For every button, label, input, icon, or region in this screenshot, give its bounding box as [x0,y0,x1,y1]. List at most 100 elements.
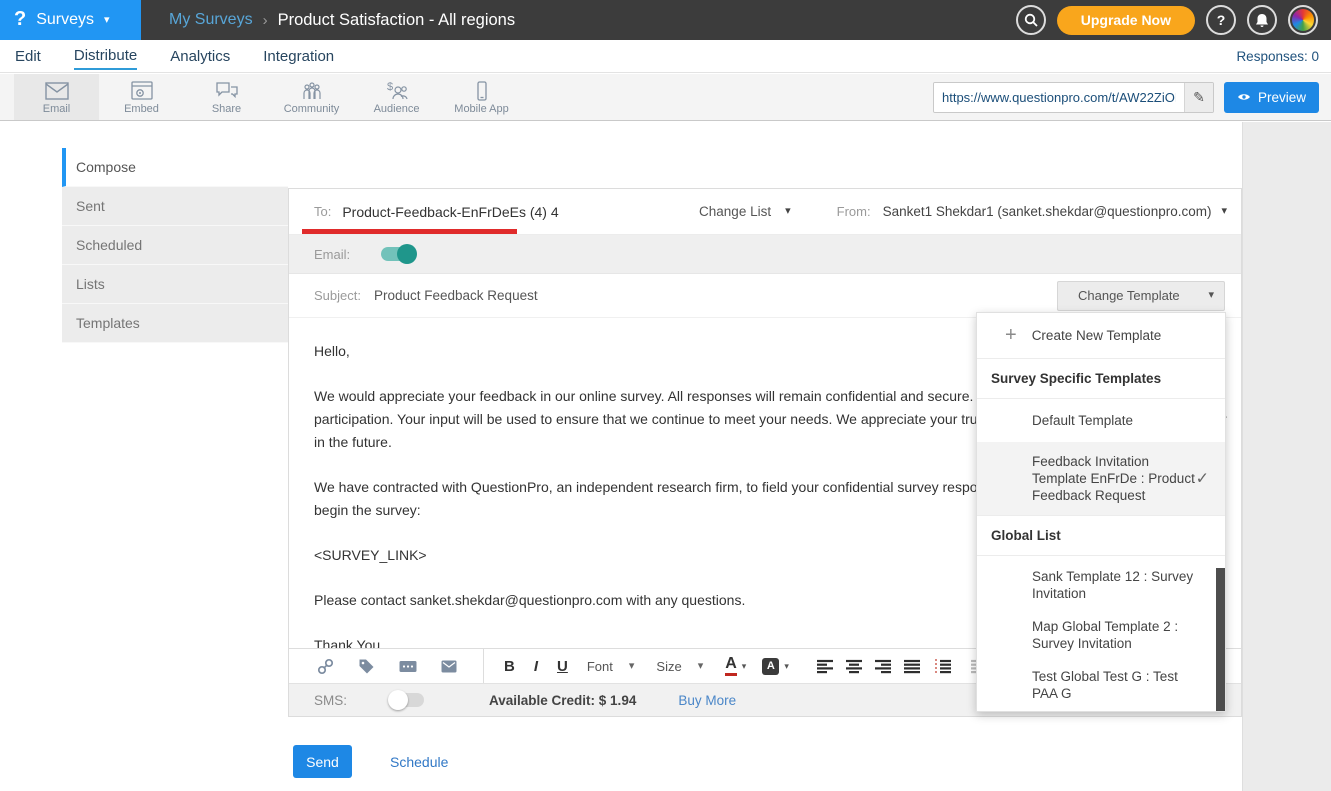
pencil-icon: ✎ [1193,89,1205,106]
edit-url-button[interactable]: ✎ [1184,83,1213,112]
chevron-down-icon: ▾ [698,661,704,672]
global-list-heading: Global List [977,516,1225,556]
breadcrumb-survey-title: Product Satisfaction - All regions [278,11,516,30]
questionpro-logo-icon: ? [14,8,26,31]
change-list-button[interactable]: Change List ▾ [699,204,791,219]
channel-tab-mobile-app[interactable]: Mobile App [439,74,524,120]
chevron-down-icon: ▾ [784,662,789,671]
channel-tab-email[interactable]: Email [14,74,99,120]
svg-text:$: $ [387,81,393,93]
eye-icon [1237,91,1251,103]
change-template-dropdown: + Create New Template Survey Specific Te… [976,312,1226,712]
font-family-select[interactable]: Font ▾ [587,659,635,674]
align-left-icon[interactable] [817,659,833,674]
align-right-icon[interactable] [875,659,891,674]
underline-button[interactable]: U [557,658,568,675]
chevron-down-icon: ▾ [1208,290,1214,301]
alignment-group [817,659,982,674]
align-justify-icon[interactable] [904,659,920,674]
send-button[interactable]: Send [293,745,352,778]
email-sidebar: Compose Sent Scheduled Lists Templates [62,148,288,343]
text-color-button[interactable]: A ▾ [725,656,746,676]
align-center-icon[interactable] [846,659,862,674]
avatar [1292,9,1314,31]
tag-icon[interactable] [358,658,375,675]
breadcrumb-separator-icon: › [263,12,268,29]
email-toggle-row: Email: [289,235,1241,274]
tab-distribute[interactable]: Distribute [74,42,137,70]
channel-tab-community[interactable]: Community [269,74,354,120]
email-icon [44,81,70,101]
indent-icon[interactable] [933,659,951,674]
chevron-down-icon: ▾ [104,15,110,26]
tab-integration[interactable]: Integration [263,43,334,69]
change-template-button[interactable]: Change Template ▾ [1057,281,1225,311]
sidebar-item-sent[interactable]: Sent [62,187,288,226]
buy-more-link[interactable]: Buy More [678,693,736,708]
template-item-test-global-g[interactable]: Test Global Test G : Test PAA G [977,668,1225,702]
help-button[interactable]: ? [1206,5,1236,35]
recipient-underline [302,229,517,234]
chevron-down-icon: ▾ [785,206,791,217]
sidebar-item-scheduled[interactable]: Scheduled [62,226,288,265]
chevron-down-icon: ▾ [1221,206,1227,217]
channel-tabs: Email Embed Share Community [14,74,524,120]
search-button[interactable] [1016,5,1046,35]
sms-toggle[interactable] [390,693,424,707]
tab-edit[interactable]: Edit [15,43,41,69]
breadcrumb-my-surveys[interactable]: My Surveys [169,11,253,29]
survey-nav: Edit Distribute Analytics Integration Re… [0,40,1331,73]
audience-icon: $ [384,81,410,101]
subject-label: Subject: [314,288,361,303]
top-bar-actions: Upgrade Now ? [1016,5,1331,35]
help-icon: ? [1217,12,1226,28]
checkmark-icon: ✓ [1196,470,1209,487]
highlight-color-icon: A [762,658,779,675]
channel-tab-share[interactable]: Share [184,74,269,120]
email-toggle[interactable] [381,247,415,261]
global-templates-list: Sank Template 12 : Survey Invitation Map… [977,568,1225,702]
embed-icon [130,81,154,101]
template-item-map-global-2[interactable]: Map Global Template 2 : Survey Invitatio… [977,618,1225,652]
keyboard-icon[interactable] [399,660,417,673]
font-size-select[interactable]: Size ▾ [656,659,703,674]
create-new-template-item[interactable]: + Create New Template [977,313,1225,359]
bell-icon [1255,13,1269,28]
recipient-list-link[interactable]: Product-Feedback-EnFrDeEs (4) 4 [342,204,558,220]
upgrade-now-button[interactable]: Upgrade Now [1057,6,1195,35]
template-item-feedback-invitation[interactable]: Feedback Invitation Template EnFrDe : Pr… [977,442,1225,516]
tab-analytics[interactable]: Analytics [170,43,230,69]
notifications-button[interactable] [1247,5,1277,35]
template-item-default[interactable]: Default Template [977,399,1225,442]
survey-link-controls: ✎ Preview [933,74,1331,120]
survey-url-input[interactable] [934,83,1184,112]
bold-button[interactable]: B [504,658,515,675]
distribute-channel-bar: Email Embed Share Community [0,74,1331,121]
sidebar-item-compose[interactable]: Compose [62,148,288,187]
from-selector[interactable]: Sanket1 Shekdar1 (sanket.shekdar@questio… [883,204,1227,219]
preview-button[interactable]: Preview [1224,82,1319,113]
survey-specific-templates-heading: Survey Specific Templates [977,359,1225,399]
template-item-sank-12[interactable]: Sank Template 12 : Survey Invitation [977,568,1225,602]
subject-input[interactable]: Product Feedback Request [374,288,538,303]
italic-button[interactable]: I [534,658,538,675]
chevron-down-icon: ▾ [629,661,635,672]
recipient-row: To: Product-Feedback-EnFrDeEs (4) 4 Chan… [289,189,1241,235]
schedule-link[interactable]: Schedule [390,754,448,770]
channel-tab-audience[interactable]: $ Audience [354,74,439,120]
channel-tab-embed[interactable]: Embed [99,74,184,120]
sidebar-item-lists[interactable]: Lists [62,265,288,304]
surveys-menu-label: Surveys [36,11,94,29]
text-color-icon: A [725,656,737,676]
dropdown-scrollbar[interactable] [1216,568,1225,711]
inline-mail-icon[interactable] [441,660,457,673]
toggle-knob [397,244,417,264]
link-icon[interactable] [317,658,334,675]
surveys-product-menu[interactable]: ? Surveys ▾ [0,0,141,40]
highlight-color-button[interactable]: A ▾ [762,658,789,675]
mobile-phone-icon [470,81,494,101]
responses-count: Responses: 0 [1236,49,1331,64]
account-avatar[interactable] [1288,5,1318,35]
sidebar-item-templates[interactable]: Templates [62,304,288,343]
search-icon [1024,13,1038,27]
